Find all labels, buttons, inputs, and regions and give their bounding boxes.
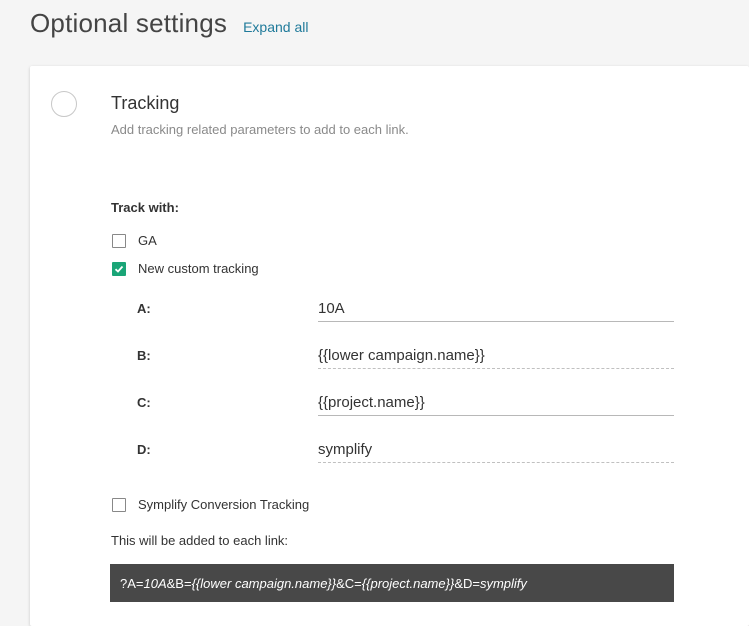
ga-checkbox[interactable] <box>112 233 126 248</box>
result-key-b: &B= <box>166 575 192 591</box>
result-key-c: &C= <box>336 575 362 591</box>
result-value-d: symplify <box>479 575 527 591</box>
param-a-input[interactable] <box>318 295 674 322</box>
result-value-b: {{lower campaign.name}} <box>191 575 337 591</box>
param-b-label: B: <box>137 348 151 363</box>
conversion-tracking-option[interactable]: Symplify Conversion Tracking <box>112 497 309 512</box>
checkmark-icon <box>114 265 124 273</box>
page-title: Optional settings <box>30 8 228 38</box>
expand-all-link[interactable]: Expand all <box>243 19 308 35</box>
custom-tracking-option[interactable]: New custom tracking <box>112 261 259 276</box>
result-key-a: ?A= <box>120 575 144 591</box>
conversion-tracking-checkbox[interactable] <box>112 497 126 512</box>
section-title: Tracking <box>111 93 180 113</box>
page-header: Optional settings Expand all <box>30 8 308 39</box>
custom-tracking-checkbox[interactable] <box>112 261 126 276</box>
added-to-link-label: This will be added to each link: <box>111 533 289 548</box>
tracking-card: Tracking Add tracking related parameters… <box>30 66 749 626</box>
result-value-a: 10A <box>143 575 167 591</box>
param-b-input[interactable] <box>318 342 674 369</box>
result-value-c: {{project.name}} <box>361 575 455 591</box>
ga-label: GA <box>138 233 157 248</box>
param-d-label: D: <box>137 442 151 457</box>
custom-tracking-label: New custom tracking <box>138 261 259 276</box>
param-a-label: A: <box>137 301 151 316</box>
section-description: Add tracking related parameters to add t… <box>111 122 409 137</box>
result-key-d: &D= <box>454 575 480 591</box>
param-d-input[interactable] <box>318 436 674 463</box>
tracking-result-preview: ?A= 10A &B= {{lower campaign.name}} &C= {{pro… <box>110 564 674 602</box>
section-toggle-circle[interactable] <box>51 91 77 117</box>
param-c-label: C: <box>137 395 151 410</box>
param-c-input[interactable] <box>318 389 674 416</box>
track-with-label: Track with: <box>111 200 179 215</box>
ga-option[interactable]: GA <box>112 233 157 248</box>
conversion-tracking-label: Symplify Conversion Tracking <box>138 497 310 512</box>
